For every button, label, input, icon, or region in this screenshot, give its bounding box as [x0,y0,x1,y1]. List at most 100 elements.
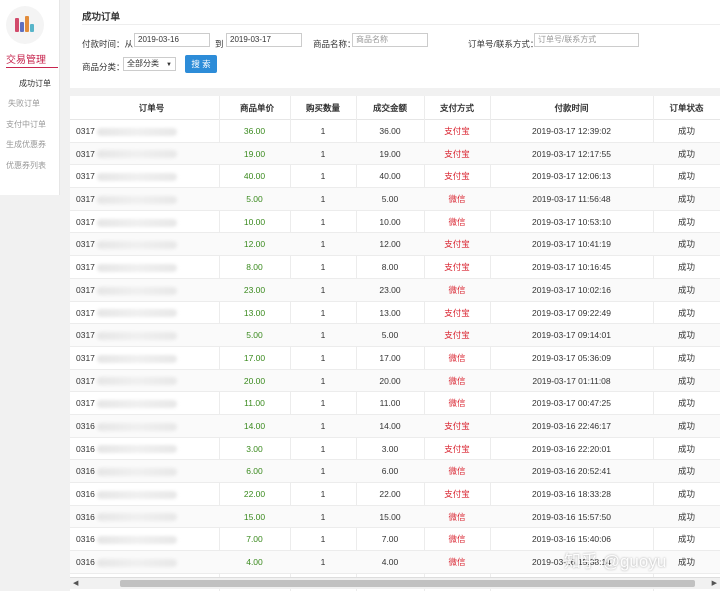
table-row[interactable]: 0317 5.00 1 5.00 支付宝 2019-03-17 09:14:01 成功 [70,324,720,347]
scroll-right-icon[interactable]: ▶ [712,578,717,590]
table-row[interactable]: 0317 5.00 1 5.00 微信 2019-03-17 11:56:48 成功 [70,188,720,211]
redacted-order-suffix [96,558,177,567]
column-header-pay-method[interactable]: 支付方式 [424,96,490,120]
status-cell-text: 成功 [677,171,695,182]
table-row[interactable]: 0316 14.00 1 14.00 支付宝 2019-03-16 22:46:17 成功 [70,414,720,438]
quantity-cell: 1 [290,324,356,347]
column-header-quantity[interactable]: 购买数量 [290,96,356,120]
redacted-order-suffix [96,468,177,477]
scrollbar-thumb[interactable] [120,580,695,587]
table-row[interactable]: 0317 12.00 1 12.00 支付宝 2019-03-17 10:41:19 成功 [70,233,720,257]
table-row[interactable]: 0317 36.00 1 36.00 支付宝 2019-03-17 12:39:02 成功 [70,120,720,143]
pay-time-cell: 2019-03-17 09:14:01 [490,324,653,347]
unit-price-cell-text: 36.00 [243,126,266,136]
redacted-order-suffix [96,241,177,250]
order-no-cell: 0316 [70,528,219,551]
date-from-input[interactable]: 2019-03-16 [134,33,210,47]
pay-method-cell-text: 支付宝 [444,307,470,318]
column-header-pay-time[interactable]: 付款时间 [490,96,653,120]
unit-price-cell: 5.00 [219,188,290,211]
pay-method-cell-text: 微信 [448,194,466,205]
amount-cell: 20.00 [356,370,424,393]
table-row[interactable]: 0317 20.00 1 20.00 微信 2019-03-17 01:11:08 成功 [70,369,720,393]
order-contact-input[interactable]: 订单号/联系方式 [534,33,639,47]
menu-title-trade[interactable]: 交易管理 [6,51,58,68]
quantity-cell: 1 [290,302,356,325]
pay-method-cell: 微信 [424,370,490,393]
pay-time-cell: 2019-03-16 22:46:17 [490,415,653,438]
scroll-left-icon[interactable]: ◀ [73,578,78,590]
search-button[interactable]: 搜 索 [185,55,217,73]
sidebar-item-coupon-list[interactable]: 优惠券列表 [6,160,46,171]
amount-cell: 11.00 [356,392,424,415]
sidebar-item-paying-orders[interactable]: 支付中订单 [6,119,46,130]
pay-time-cell: 2019-03-17 10:16:45 [490,256,653,279]
pay-time-cell: 2019-03-16 20:52:41 [490,460,653,483]
column-header-order-no[interactable]: 订单号 [70,96,233,120]
sidebar-item-failed-orders[interactable]: 失败订单 [8,98,40,109]
pay-method-cell: 支付宝 [424,483,490,506]
order-no-cell: 0317 [70,120,219,143]
amount-cell-text: 8.00 [381,262,399,273]
order-no-cell: 0317 [70,188,219,211]
pay-time-cell-text: 2019-03-17 01:11:08 [532,375,611,386]
table-row[interactable]: 0316 3.00 1 3.00 支付宝 2019-03-16 22:20:01 成功 [70,438,720,461]
order-no-cell-text: 0316 [76,466,95,477]
unit-price-cell: 4.00 [219,551,290,574]
product-name-input[interactable]: 商品名称 [352,33,428,47]
pay-method-cell-text: 支付宝 [444,420,470,431]
column-header-unit-price[interactable]: 商品单价 [219,96,295,120]
order-no-cell: 0317 [70,392,219,415]
table-row[interactable]: 0317 10.00 1 10.00 微信 2019-03-17 10:53:10 成功 [70,211,720,234]
to-label: 到 [215,39,224,49]
table-row[interactable]: 0317 19.00 1 19.00 支付宝 2019-03-17 12:17:55 成功 [70,142,720,166]
sidebar-item-create-coupon[interactable]: 生成优惠券 [6,139,46,150]
table-row[interactable]: 0317 17.00 1 17.00 微信 2019-03-17 05:36:09 成功 [70,347,720,370]
order-no-cell: 0317 [70,143,219,166]
pay-time-cell: 2019-03-17 12:06:13 [490,165,653,188]
table-row[interactable]: 0317 13.00 1 13.00 支付宝 2019-03-17 09:22:49 成功 [70,302,720,325]
pay-time-cell: 2019-03-17 12:39:02 [490,120,653,143]
amount-cell: 6.00 [356,460,424,483]
status-cell-text: 成功 [677,398,695,409]
redacted-order-suffix [96,445,177,454]
chevron-down-icon: ▼ [166,62,172,68]
order-no-cell-text: 0317 [76,148,95,159]
column-header-amount[interactable]: 成交金额 [356,96,424,120]
status-cell-text: 成功 [677,307,695,318]
unit-price-cell: 12.00 [219,233,290,256]
table-row[interactable]: 0316 22.00 1 22.00 支付宝 2019-03-16 18:33:28 成功 [70,483,720,506]
amount-cell-text: 12.00 [379,239,401,250]
date-to-input[interactable]: 2019-03-17 [226,33,302,47]
table-row[interactable]: 0316 6.00 1 6.00 微信 2019-03-16 20:52:41 成功 [70,460,720,483]
table-row[interactable]: 0317 8.00 1 8.00 支付宝 2019-03-17 10:16:45 成功 [70,256,720,279]
pay-time-cell: 2019-03-16 22:20:01 [490,438,653,461]
amount-cell-text: 15.00 [379,511,401,522]
amount-cell-text: 22.00 [379,489,401,499]
unit-price-cell: 5.00 [219,324,290,347]
pay-time-cell-text: 2019-03-17 10:41:19 [532,239,611,250]
pay-method-cell: 微信 [424,279,490,302]
sidebar-item-success-orders[interactable]: 成功订单 [19,78,51,89]
status-cell-text: 成功 [677,352,695,363]
pay-time-cell: 2019-03-17 10:02:16 [490,279,653,302]
table-row[interactable]: 0316 15.00 1 15.00 微信 2019-03-16 15:57:50 成功 [70,505,720,529]
table-row[interactable]: 0317 11.00 1 11.00 微信 2019-03-17 00:47:25 成功 [70,392,720,415]
order-no-cell: 0316 [70,438,219,461]
amount-cell-text: 7.00 [381,534,399,545]
category-label: 商品分类： [82,62,125,72]
category-select[interactable]: 全部分类 ▼ [123,57,176,71]
pay-method-cell: 支付宝 [424,438,490,461]
order-no-cell: 0317 [70,233,219,256]
unit-price-cell-text: 10.00 [243,216,266,227]
table-row[interactable]: 0317 40.00 1 40.00 支付宝 2019-03-17 12:06:13 成功 [70,165,720,189]
column-header-status[interactable]: 订单状态 [653,96,720,120]
status-cell-text: 成功 [677,126,695,136]
unit-price-cell-text: 8.00 [246,262,263,273]
pay-time-cell: 2019-03-17 00:47:25 [490,392,653,415]
logo-bar [15,18,19,32]
unit-price-cell-text: 5.00 [246,194,263,205]
horizontal-scrollbar[interactable]: ◀ ▶ [70,577,720,589]
quantity-cell-text: 1 [320,194,326,205]
table-row[interactable]: 0317 23.00 1 23.00 微信 2019-03-17 10:02:16 成功 [70,278,720,302]
